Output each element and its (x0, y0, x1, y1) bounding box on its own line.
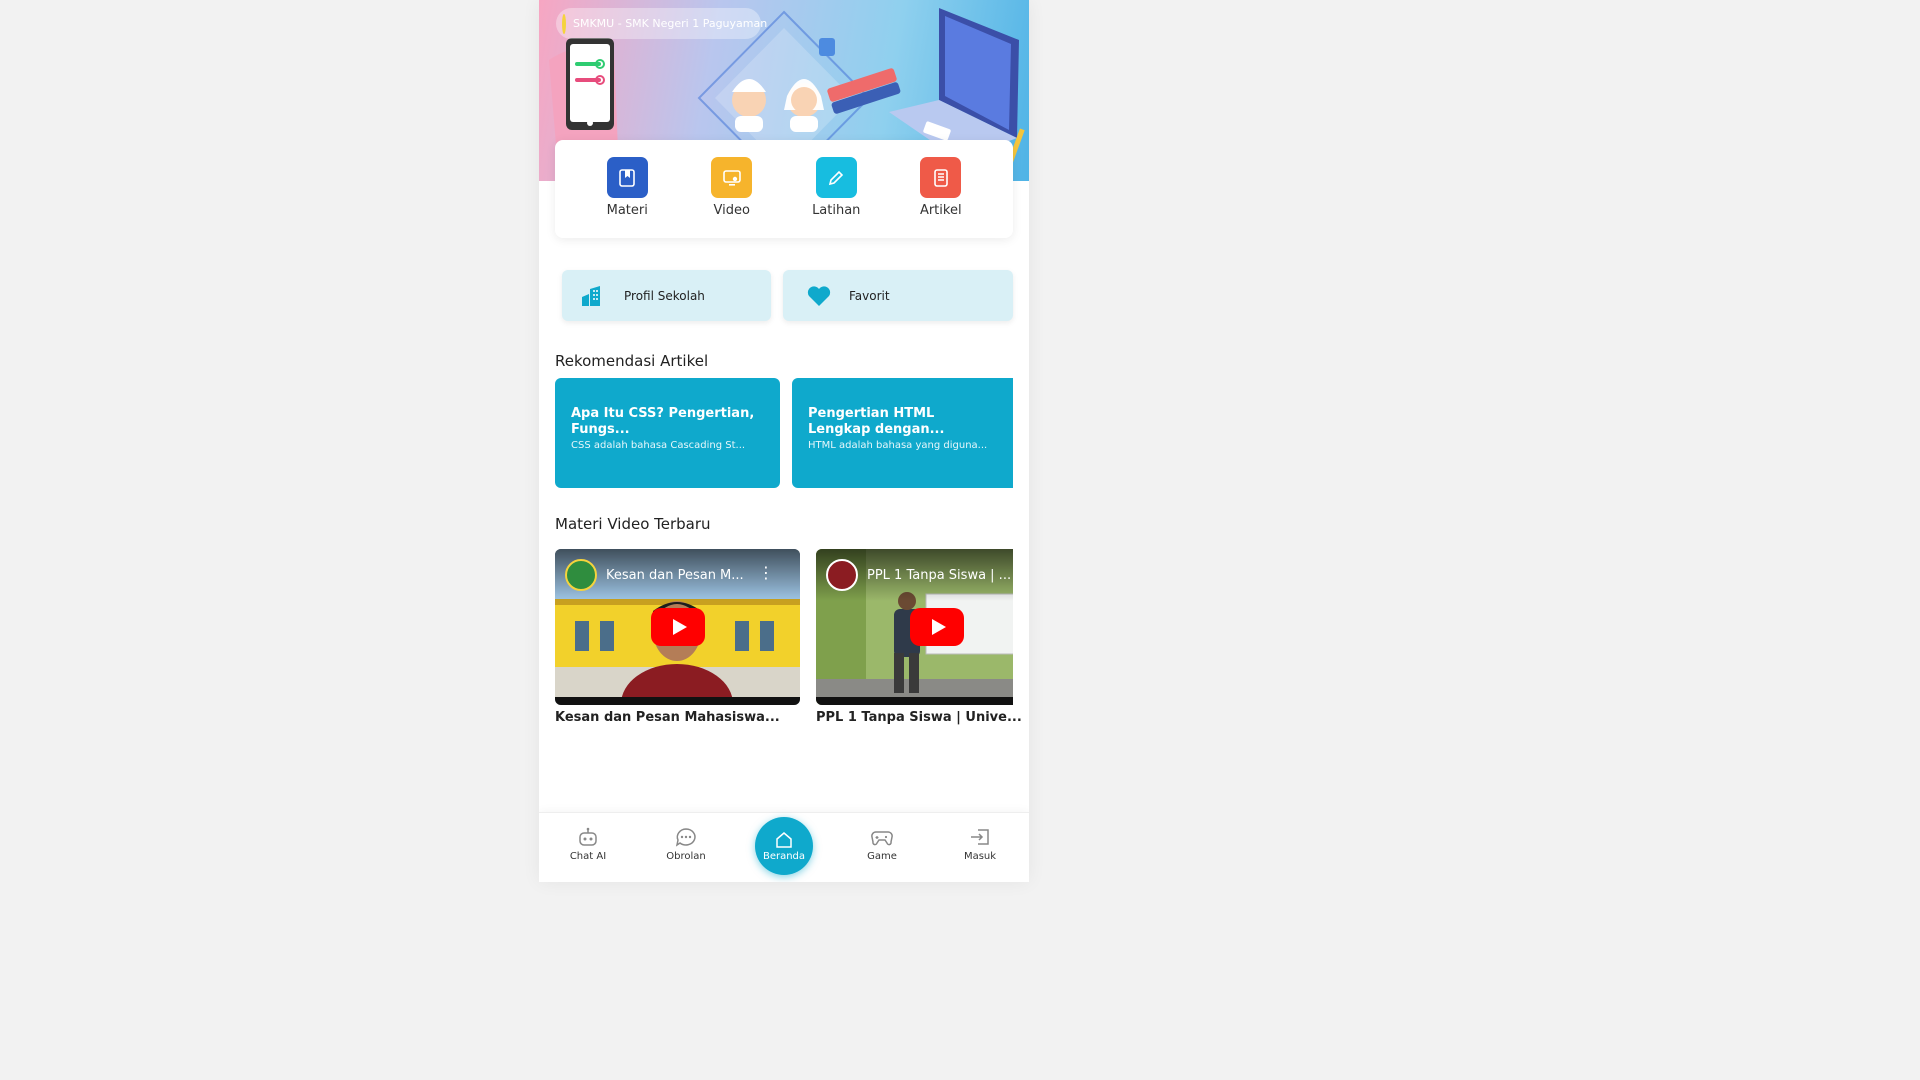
nav-label: Masuk (963, 851, 997, 862)
menu-label: Materi (606, 203, 648, 218)
favorit-button[interactable]: Favorit (783, 270, 1013, 321)
video-thumbnail[interactable]: PPL 1 Tanpa Siswa | ... (816, 549, 1013, 705)
nav-label: Beranda (762, 850, 806, 862)
nav-label: Game (867, 851, 897, 862)
nav-label: Obrolan (666, 851, 706, 862)
videos-section-title: Materi Video Terbaru (555, 515, 711, 533)
login-icon (971, 829, 989, 845)
quick-link-label: Profil Sekolah (624, 288, 705, 303)
chat-bubble-icon (675, 828, 696, 847)
book-icon (606, 157, 648, 198)
menu-latihan[interactable]: Latihan (796, 157, 876, 218)
play-icon[interactable] (650, 608, 705, 646)
menu-artikel[interactable]: Artikel (901, 157, 981, 218)
school-name: SMKMU - SMK Negeri 1 Paguyaman (573, 17, 768, 30)
nav-label: Chat AI (569, 851, 607, 862)
nav-game[interactable]: Game (842, 827, 922, 862)
article-card[interactable]: Apa Itu CSS? Pengertian, Fungs... CSS ad… (555, 378, 780, 488)
menu-materi[interactable]: Materi (587, 157, 667, 218)
menu-label: Artikel (919, 203, 962, 218)
article-card[interactable]: Pengertian HTML Lengkap dengan... HTML a… (792, 378, 1013, 488)
bottom-navigation: Chat AI Obrolan Beranda Game Masuk (539, 812, 1029, 882)
nav-chat-ai[interactable]: Chat AI (548, 827, 628, 862)
menu-label: Latihan (812, 203, 861, 218)
nav-masuk[interactable]: Masuk (940, 827, 1020, 862)
article-description: HTML adalah bahasa yang diguna... (808, 440, 988, 451)
channel-logo-icon (826, 559, 858, 591)
video-overlay-title: Kesan dan Pesan M... (606, 568, 744, 583)
articles-section-title: Rekomendasi Artikel (555, 352, 709, 370)
video-overlay-title: PPL 1 Tanpa Siswa | ... (867, 568, 1012, 583)
home-icon (776, 831, 792, 848)
video-icon (711, 157, 753, 198)
more-vert-icon[interactable]: ⋮ (758, 565, 774, 581)
nav-beranda[interactable]: Beranda (755, 817, 813, 875)
gamepad-icon (871, 831, 893, 846)
school-logo-icon (562, 13, 566, 34)
main-menu: Materi Video Latihan Artikel (555, 140, 1013, 238)
school-badge: SMKMU - SMK Negeri 1 Paguyaman (556, 8, 767, 39)
profil-sekolah-button[interactable]: Profil Sekolah (562, 270, 771, 321)
document-icon (920, 157, 962, 198)
video-caption[interactable]: PPL 1 Tanpa Siswa | Unive... (816, 710, 1022, 725)
channel-logo-icon (565, 559, 597, 591)
building-icon (582, 285, 600, 306)
nav-obrolan[interactable]: Obrolan (646, 827, 726, 862)
menu-video[interactable]: Video (692, 157, 772, 218)
article-title: Pengertian HTML Lengkap dengan... (808, 406, 945, 437)
robot-icon (579, 827, 597, 846)
video-thumbnail[interactable]: Kesan dan Pesan M... ⋮ (555, 549, 800, 705)
article-description: CSS adalah bahasa Cascading St... (571, 440, 746, 451)
heart-icon (807, 285, 831, 306)
menu-label: Video (713, 203, 750, 218)
pencil-icon (815, 157, 857, 198)
app-screen: SMKMU - SMK Negeri 1 Paguyaman Materi Vi… (539, 0, 1029, 882)
play-icon[interactable] (909, 608, 964, 646)
video-caption[interactable]: Kesan dan Pesan Mahasiswa... (555, 710, 780, 725)
article-title: Apa Itu CSS? Pengertian, Fungs... (571, 406, 755, 437)
quick-link-label: Favorit (849, 288, 890, 303)
